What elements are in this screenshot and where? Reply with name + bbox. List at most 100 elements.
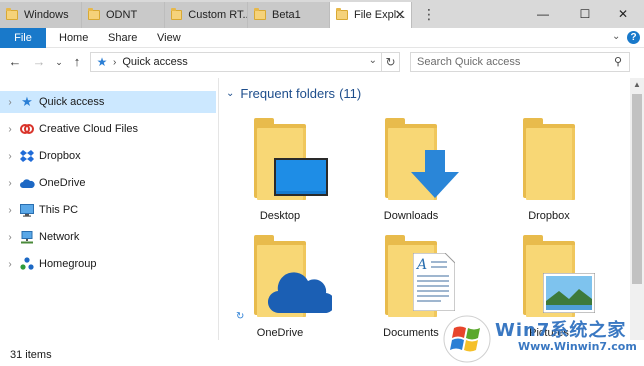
svg-text:A: A [415, 257, 427, 273]
folder-icon [336, 8, 348, 20]
nav-item-label: Quick access [39, 96, 105, 108]
forward-arrow-icon[interactable]: → [30, 53, 48, 71]
vertical-scrollbar[interactable]: ▲ [630, 78, 644, 340]
folder-icon [254, 118, 328, 204]
folder-tile-desktop[interactable]: Desktop [220, 118, 340, 228]
tab-windows[interactable]: Windows [0, 2, 82, 28]
tab-odnt[interactable]: ODNT [82, 2, 165, 28]
dropbox-icon [19, 148, 35, 164]
folder-icon [6, 8, 18, 20]
scrollbar-thumb[interactable] [632, 94, 642, 284]
folder-icon [385, 118, 459, 204]
ribbon-view-tab[interactable]: View [157, 28, 181, 48]
item-count: 31 items [10, 349, 52, 361]
homegroup-icon [19, 256, 35, 272]
expand-chevron-icon[interactable]: › [4, 232, 16, 243]
folder-tile-onedrive[interactable]: ↻ OneDrive [220, 235, 340, 340]
folder-label: Desktop [259, 210, 301, 222]
quick-access-star-icon: ★ [96, 55, 108, 69]
frequent-folders-header[interactable]: ⌄ Frequent folders (11) [226, 86, 361, 101]
network-icon [19, 229, 35, 245]
title-bar: Windows ODNT Custom RT... Beta1 File Exp… [0, 0, 644, 28]
refresh-icon[interactable]: ↻ [381, 53, 399, 71]
folder-icon [88, 8, 100, 20]
ribbon-home-tab[interactable]: Home [59, 28, 88, 48]
search-input[interactable] [411, 53, 607, 71]
navigation-bar: ← → ⌄ ↑ ★ › Quick access ⌄ ↻ ⚲ [0, 48, 644, 76]
nav-item-onedrive[interactable]: › OneDrive [0, 172, 216, 194]
ribbon-share-tab[interactable]: Share [108, 28, 137, 48]
minimize-button[interactable]: — [520, 0, 566, 28]
folder-icon [254, 235, 332, 321]
expand-chevron-icon[interactable]: › [4, 97, 16, 108]
search-box[interactable]: ⚲ [410, 52, 630, 72]
sync-status-icon: ↻ [236, 311, 245, 322]
up-arrow-icon[interactable]: ↑ [68, 53, 86, 71]
windows-logo-icon [443, 315, 491, 363]
picture-icon [543, 273, 595, 313]
folder-icon: A [385, 235, 455, 321]
group-count: (11) [339, 86, 362, 101]
tab-file-explorer[interactable]: File Expl... ✕ [330, 2, 412, 28]
folder-label: OneDrive [256, 327, 304, 339]
folder-label: Dropbox [528, 210, 570, 222]
nav-item-label: Dropbox [39, 150, 81, 162]
tab-custom-rt[interactable]: Custom RT... [165, 2, 248, 28]
ribbon-file-tab[interactable]: File [0, 28, 46, 48]
nav-item-network[interactable]: › Network [0, 226, 216, 248]
more-options-icon[interactable]: ⋮ [422, 6, 436, 22]
nav-item-homegroup[interactable]: › Homegroup [0, 253, 216, 275]
onedrive-icon [19, 175, 35, 191]
cloud-icon [268, 272, 332, 314]
nav-item-quick-access[interactable]: › ★ Quick access [0, 91, 216, 113]
expand-chevron-icon[interactable]: › [4, 205, 16, 216]
tab-beta1[interactable]: Beta1 [248, 2, 330, 28]
watermark: Win7系统之家 Www.Winwin7.com [440, 312, 644, 366]
expand-chevron-icon[interactable]: › [4, 178, 16, 189]
folder-icon [254, 8, 266, 20]
ribbon-expand-icon[interactable]: ⌄ [612, 31, 622, 43]
folder-label: Downloads [383, 210, 439, 222]
nav-item-label: Creative Cloud Files [39, 123, 139, 135]
back-arrow-icon[interactable]: ← [6, 53, 24, 71]
content-pane: ⌄ Frequent folders (11) Desktop Download… [220, 78, 630, 340]
tab-label: Custom RT... [188, 9, 247, 21]
address-location[interactable]: Quick access [122, 56, 187, 68]
document-icon: A [413, 253, 455, 311]
pane-divider[interactable] [218, 78, 219, 340]
watermark-url: Www.Winwin7.com [518, 340, 637, 353]
group-title: Frequent folders [240, 86, 336, 101]
expand-chevron-icon[interactable]: › [4, 151, 16, 162]
close-window-button[interactable]: ✕ [600, 0, 644, 28]
tab-label: ODNT [106, 9, 138, 21]
star-icon: ★ [21, 94, 33, 109]
folder-tile-dropbox[interactable]: Dropbox [489, 118, 609, 228]
close-tab-icon[interactable]: ✕ [393, 8, 407, 22]
tab-label: Windows [24, 9, 69, 21]
nav-item-label: Homegroup [39, 258, 97, 270]
nav-item-creative-cloud[interactable]: › Creative Cloud Files [0, 118, 216, 140]
computer-icon [19, 202, 35, 218]
navigation-pane: › ★ Quick access › Creative Cloud Files … [0, 80, 218, 338]
collapse-chevron-icon[interactable]: ⌄ [226, 88, 234, 99]
help-icon[interactable]: ? [627, 31, 640, 44]
desktop-icon [274, 158, 328, 196]
recent-locations-chevron-icon[interactable]: ⌄ [50, 53, 68, 71]
address-bar[interactable]: ★ › Quick access ⌄ ↻ [90, 52, 400, 72]
folder-icon [171, 8, 183, 20]
breadcrumb-separator-icon[interactable]: › [113, 57, 116, 68]
address-dropdown-icon[interactable]: ⌄ [369, 55, 377, 66]
expand-chevron-icon[interactable]: › [4, 259, 16, 270]
expand-chevron-icon[interactable]: › [4, 124, 16, 135]
ribbon: File Home Share View ⌄ ? [0, 28, 644, 48]
nav-item-label: This PC [39, 204, 79, 216]
tab-label: Beta1 [272, 9, 301, 21]
scroll-up-icon[interactable]: ▲ [630, 78, 644, 92]
folder-icon [523, 118, 575, 204]
creative-cloud-icon [19, 121, 35, 137]
download-arrow-icon [411, 150, 459, 198]
folder-tile-downloads[interactable]: Downloads [351, 118, 471, 228]
search-icon[interactable]: ⚲ [611, 55, 625, 69]
nav-item-dropbox[interactable]: › Dropbox [0, 145, 216, 167]
nav-item-this-pc[interactable]: › This PC [0, 199, 216, 221]
